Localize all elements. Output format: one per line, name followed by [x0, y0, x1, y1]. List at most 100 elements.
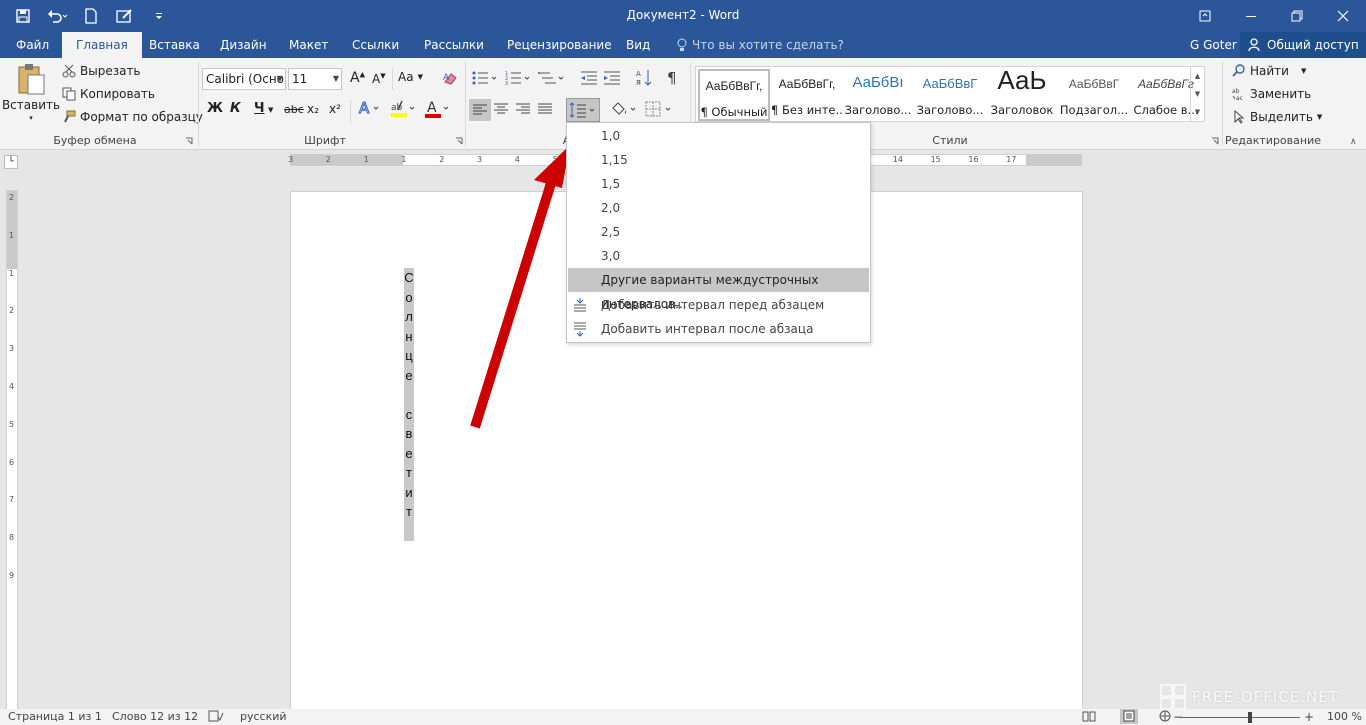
share-button[interactable]: Общий доступ [1240, 32, 1366, 58]
spacing-option-3-0[interactable]: 3,0 [568, 244, 869, 268]
spacing-option-1-0[interactable]: 1,0 [568, 124, 869, 148]
zoom-in-button[interactable]: + [1304, 710, 1314, 724]
multilevel-list-button[interactable] [538, 70, 566, 86]
bullets-button[interactable] [472, 70, 500, 86]
add-space-before[interactable]: Добавить интервал перед абзацем [568, 293, 869, 317]
underline-button[interactable]: Ч [254, 101, 265, 116]
more-spacing-options[interactable]: Другие варианты междустрочных интервалов… [568, 268, 869, 311]
align-right-button[interactable] [516, 103, 530, 115]
tab-home[interactable]: Главная [62, 32, 142, 58]
font-name-combo[interactable]: Calibri (Осно ▼ [202, 68, 286, 90]
ribbon-display-options-icon[interactable] [1182, 0, 1228, 32]
text-effects-icon: A [359, 99, 379, 117]
borders-button[interactable] [645, 100, 673, 118]
gallery-scroll[interactable]: ▲ ▼ ▼ [1190, 67, 1204, 121]
print-layout-icon[interactable] [1120, 709, 1138, 724]
search-icon [1232, 64, 1245, 77]
justify-button[interactable] [538, 103, 552, 115]
web-layout-icon[interactable] [1158, 710, 1172, 725]
collapse-ribbon-icon[interactable]: ∧ [1350, 137, 1357, 147]
style-title[interactable]: АаЬ Заголовок [986, 69, 1058, 121]
shading-button[interactable] [610, 100, 638, 118]
user-name[interactable]: G Goter [1190, 38, 1237, 52]
find-button[interactable]: Найти ▼ [1232, 64, 1306, 78]
language-indicator[interactable]: русский [240, 710, 287, 723]
align-center-icon [494, 103, 508, 114]
highlight-color-button[interactable]: ab [390, 99, 416, 119]
align-center-button[interactable] [494, 103, 508, 115]
replace-button[interactable]: ab ac Заменить [1232, 87, 1311, 101]
copy-button[interactable]: Копировать [62, 87, 155, 101]
paste-icon [18, 64, 45, 95]
line-spacing-button[interactable] [566, 98, 600, 122]
tab-file[interactable]: Файл [2, 32, 63, 58]
group-separator [1222, 62, 1223, 146]
replace-icon: abac [1232, 88, 1243, 101]
shrink-font-button[interactable]: A▼ [372, 72, 386, 86]
clear-formatting-button[interactable]: A [442, 70, 458, 86]
superscript-button[interactable]: x² [329, 102, 341, 116]
increase-indent-button[interactable] [603, 70, 621, 86]
style-subtitle[interactable]: АаБбВвГ Подзагол... [1058, 69, 1130, 121]
more-styles-icon[interactable]: ▼ [1191, 103, 1204, 121]
decrease-indent-icon [581, 71, 597, 85]
decrease-indent-button[interactable] [580, 70, 598, 86]
spacing-option-2-0[interactable]: 2,0 [568, 196, 869, 220]
ruler-number: 9 [9, 571, 15, 580]
vertical-ruler[interactable]: 2 1 1 2 3 4 5 6 7 8 9 [6, 190, 18, 710]
tab-references[interactable]: Ссылки [338, 32, 413, 58]
tab-mailings[interactable]: Рассылки [410, 32, 498, 58]
select-button[interactable]: Выделить ▼ [1232, 110, 1322, 124]
subscript-button[interactable]: x₂ [307, 102, 319, 116]
tab-review[interactable]: Рецензирование [493, 32, 626, 58]
align-left-button[interactable] [469, 99, 491, 121]
close-icon[interactable] [1320, 0, 1366, 32]
tab-view[interactable]: Вид [612, 32, 664, 58]
numbering-button[interactable]: 123 [505, 70, 533, 86]
font-size-combo[interactable]: 11 ▼ [288, 68, 342, 90]
zoom-level[interactable]: 100 % [1327, 710, 1362, 723]
change-case-button[interactable]: Aa ▼ [398, 70, 423, 84]
chevron-down-icon[interactable]: ▼ [1191, 85, 1204, 103]
italic-button[interactable]: К [230, 101, 241, 116]
read-mode-icon[interactable] [1082, 710, 1096, 725]
ribbon-tabs: Файл Главная Вставка Дизайн Макет Ссылки… [0, 32, 1366, 58]
zoom-slider-track[interactable] [1180, 717, 1300, 718]
bold-button[interactable]: Ж [207, 101, 223, 116]
underline-dropdown-icon[interactable]: ▼ [268, 106, 273, 114]
paste-button[interactable]: Вставить ▾ [2, 62, 60, 122]
tab-layout[interactable]: Макет [275, 32, 342, 58]
minimize-icon[interactable] [1228, 0, 1274, 32]
sort-button[interactable]: AЯ [636, 69, 652, 87]
cut-button[interactable]: Вырезать [62, 64, 141, 78]
restore-icon[interactable] [1274, 0, 1320, 32]
style-heading-1[interactable]: АаБбВı Заголово... [842, 69, 914, 121]
show-marks-button[interactable]: ¶ [667, 69, 677, 87]
grow-font-button[interactable]: A▲ [350, 70, 365, 86]
spacing-option-1-15[interactable]: 1,15 [568, 148, 869, 172]
spacing-option-2-5[interactable]: 2,5 [568, 220, 869, 244]
chevron-up-icon[interactable]: ▲ [1191, 67, 1204, 85]
bullet-list-icon [472, 71, 497, 85]
strikethrough-button[interactable]: abc [284, 103, 304, 116]
tab-selector[interactable]: └ [4, 155, 18, 169]
tab-insert[interactable]: Вставка [135, 32, 214, 58]
text-effects-button[interactable]: A [358, 99, 380, 117]
document-text[interactable]: Солнцесветит [404, 268, 420, 541]
proofing-icon[interactable] [208, 710, 224, 725]
shrink-font-icon: A▼ [372, 72, 386, 86]
style-no-spacing[interactable]: АаБбВвГг, ¶ Без инте... [771, 69, 843, 121]
zoom-slider-thumb[interactable] [1248, 712, 1252, 723]
styles-launcher-icon[interactable] [1211, 137, 1219, 145]
format-painter-button[interactable]: Формат по образцу [62, 110, 203, 124]
add-space-after[interactable]: Добавить интервал после абзаца [568, 317, 869, 341]
page-count[interactable]: Страница 1 из 1 [8, 710, 102, 723]
style-heading-2[interactable]: АаБбВвГ Заголово... [914, 69, 986, 121]
spacing-option-1-5[interactable]: 1,5 [568, 172, 869, 196]
clipboard-launcher-icon[interactable] [185, 137, 193, 145]
style-normal[interactable]: АаБбВвГг, ¶ Обычный [698, 69, 770, 121]
font-color-button[interactable]: A [424, 99, 450, 119]
tell-me-box[interactable]: Что вы хотите сделать? [676, 38, 844, 52]
tab-design[interactable]: Дизайн [206, 32, 281, 58]
word-count[interactable]: Слово 12 из 12 [112, 710, 198, 723]
